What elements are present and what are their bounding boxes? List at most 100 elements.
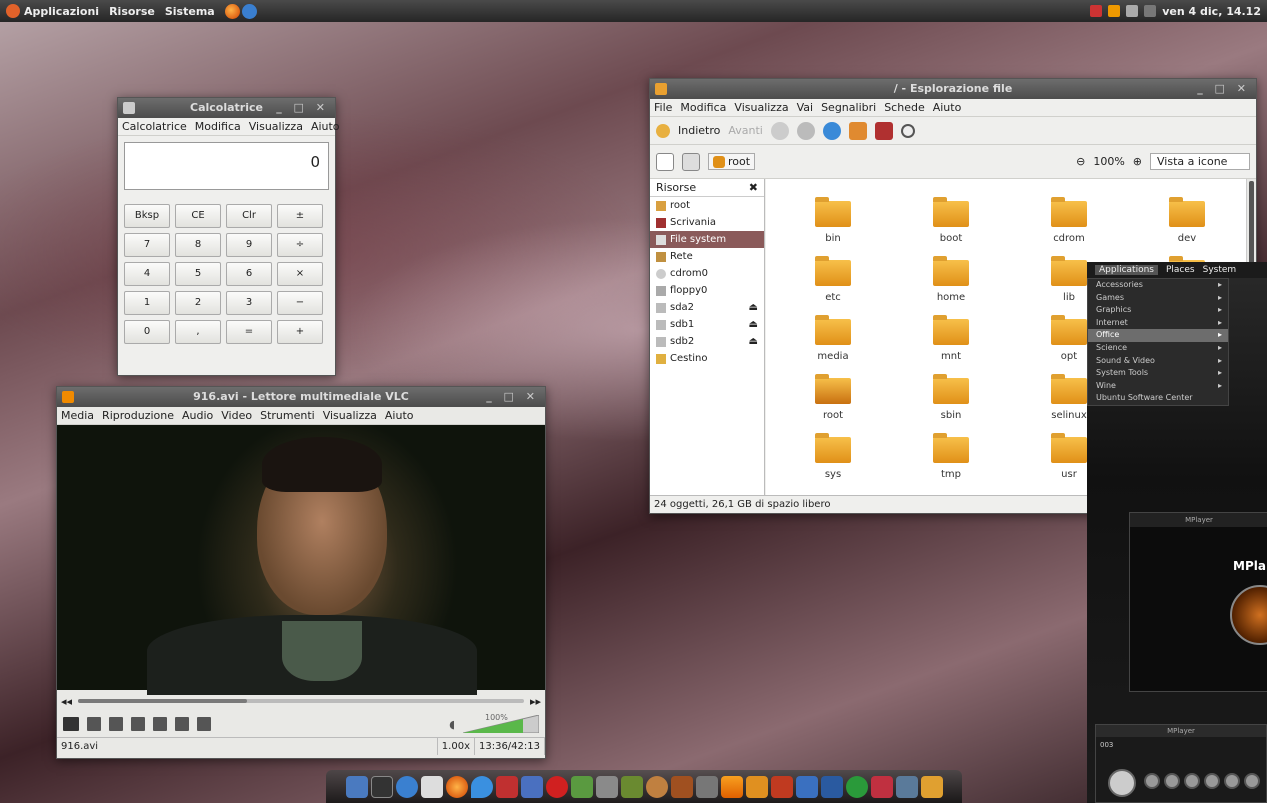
zoom-out-icon[interactable]: ⊖ — [1076, 155, 1085, 168]
pidgin-dock-icon[interactable] — [570, 775, 593, 798]
firefox-icon[interactable] — [224, 3, 240, 19]
volume-icon[interactable] — [1126, 5, 1139, 17]
monitor-dock-icon[interactable] — [770, 775, 793, 798]
email-dock-icon[interactable] — [870, 775, 893, 798]
archive-dock-icon[interactable] — [920, 775, 943, 798]
menu-sistema[interactable]: Sistema — [165, 5, 215, 18]
documents-dock-icon[interactable] — [820, 775, 843, 798]
stop-button[interactable] — [1144, 773, 1160, 789]
menu-media[interactable]: Media — [61, 409, 94, 422]
skype-dock-icon[interactable] — [520, 775, 543, 798]
key-minus[interactable]: − — [277, 291, 323, 315]
menu-aiuto[interactable]: Aiuto — [311, 120, 340, 133]
key-0[interactable]: 0 — [124, 320, 170, 344]
browser-dock-icon[interactable] — [395, 775, 418, 798]
key-plusminus[interactable]: ± — [277, 204, 323, 228]
speaker-icon[interactable]: ◖ — [449, 718, 455, 731]
computer-icon[interactable] — [874, 121, 893, 140]
menu-item-system-tools[interactable]: System Tools ▸ — [1088, 367, 1228, 380]
menu-visualizza[interactable]: Visualizza — [249, 120, 303, 133]
menu-visualizza[interactable]: Visualizza — [323, 409, 377, 422]
mplayer-titlebar[interactable]: MPlayer — [1130, 513, 1267, 527]
sidebar-item-cdrom0[interactable]: cdrom0 — [650, 265, 764, 282]
window-controls[interactable]: _ □ ✕ — [276, 98, 329, 118]
menu-video[interactable]: Video — [221, 409, 252, 422]
key-clr[interactable]: Clr — [226, 204, 272, 228]
menu-applicazioni[interactable]: Applicazioni — [6, 4, 99, 18]
seek-track[interactable] — [78, 699, 524, 703]
fast-forward-icon[interactable]: ▸▸ — [530, 695, 541, 708]
folder-item[interactable]: media — [774, 315, 892, 362]
mplayer-play-icon[interactable] — [1230, 585, 1267, 645]
menu-places[interactable]: Places — [1166, 265, 1195, 275]
rewind-icon[interactable]: ◂◂ — [61, 695, 72, 708]
sidebar-item-filesystem[interactable]: File system — [650, 231, 764, 248]
folder-item[interactable]: cdrom — [1010, 197, 1128, 244]
folder-item[interactable]: dev — [1128, 197, 1246, 244]
home-dock-icon[interactable] — [795, 775, 818, 798]
file-manager-titlebar[interactable]: / - Esplorazione file _ □ ✕ — [650, 79, 1256, 99]
key-divide[interactable]: ÷ — [277, 233, 323, 257]
menu-item-sound-video[interactable]: Sound & Video ▸ — [1088, 355, 1228, 368]
path-root-button[interactable]: root — [708, 153, 756, 170]
firefox-dock-icon[interactable] — [445, 775, 468, 798]
next-button[interactable] — [131, 717, 145, 731]
sidebar-item-sdb2[interactable]: sdb2 ⏏ — [650, 333, 764, 350]
menu-system[interactable]: System — [1203, 265, 1237, 275]
folder-item[interactable]: mnt — [892, 315, 1010, 362]
key-ce[interactable]: CE — [175, 204, 221, 228]
menu-riproduzione[interactable]: Riproduzione — [102, 409, 174, 422]
key-4[interactable]: 4 — [124, 262, 170, 286]
menu-vai[interactable]: Vai — [797, 101, 813, 114]
edit-location-icon[interactable] — [656, 152, 674, 171]
menu-visualizza[interactable]: Visualizza — [734, 101, 788, 114]
library-dock-icon[interactable] — [670, 775, 693, 798]
previous-button[interactable] — [1164, 773, 1180, 789]
sidebar-item-scrivania[interactable]: Scrivania — [650, 214, 764, 231]
folder-item[interactable]: bin — [774, 197, 892, 244]
pause-button[interactable] — [63, 717, 79, 731]
eject-icon[interactable]: ⏏ — [749, 299, 758, 316]
previous-button[interactable] — [87, 717, 101, 731]
clock[interactable]: ven 4 dic, 14.12 — [1162, 5, 1261, 18]
menu-aiuto[interactable]: Aiuto — [385, 409, 414, 422]
mail-dock-icon[interactable] — [595, 775, 618, 798]
key-3[interactable]: 3 — [226, 291, 272, 315]
folder-item[interactable]: root — [774, 374, 892, 421]
up-icon[interactable] — [770, 121, 789, 140]
computer-path-icon[interactable] — [682, 152, 700, 171]
sidebar-header[interactable]: Risorse ✖ — [650, 179, 764, 197]
folder-item[interactable]: sys — [774, 433, 892, 480]
menu-audio[interactable]: Audio — [182, 409, 213, 422]
menu-item-science[interactable]: Science ▸ — [1088, 342, 1228, 355]
playlist-button[interactable] — [175, 717, 189, 731]
menu-file[interactable]: File — [654, 101, 672, 114]
drop-dock-icon[interactable] — [470, 775, 493, 798]
folder-item[interactable]: sbin — [892, 374, 1010, 421]
folder-item[interactable]: etc — [774, 256, 892, 303]
opera-dock-icon[interactable] — [545, 775, 568, 798]
menu-aiuto[interactable]: Aiuto — [933, 101, 962, 114]
menu-item-software-center[interactable]: Ubuntu Software Center — [1088, 392, 1228, 405]
play-button[interactable] — [1108, 769, 1136, 797]
finder-dock-icon[interactable] — [345, 775, 368, 798]
eject-icon[interactable]: ⏏ — [749, 333, 758, 350]
zoom-in-icon[interactable]: ⊕ — [1133, 155, 1142, 168]
menu-item-internet[interactable]: Internet ▸ — [1088, 317, 1228, 330]
terminal-dock-icon[interactable] — [370, 775, 393, 798]
key-2[interactable]: 2 — [175, 291, 221, 315]
sidebar-item-sda2[interactable]: sda2 ⏏ — [650, 299, 764, 316]
eject-icon[interactable]: ⏏ — [749, 316, 758, 333]
stop-button[interactable] — [109, 717, 123, 731]
key-8[interactable]: 8 — [175, 233, 221, 257]
back-button[interactable]: Indietro — [678, 124, 720, 137]
menu-segnalibri[interactable]: Segnalibri — [821, 101, 876, 114]
menu-item-games[interactable]: Games ▸ — [1088, 292, 1228, 305]
menu-strumenti[interactable]: Strumenti — [260, 409, 315, 422]
wine-dock-icon[interactable] — [895, 775, 918, 798]
key-equals[interactable]: = — [226, 320, 272, 344]
view-select[interactable]: Vista a icone — [1150, 153, 1250, 170]
volume-slider[interactable]: 100% — [462, 713, 540, 734]
phone-dock-icon[interactable] — [420, 775, 443, 798]
calculator-dock-icon[interactable] — [695, 775, 718, 798]
